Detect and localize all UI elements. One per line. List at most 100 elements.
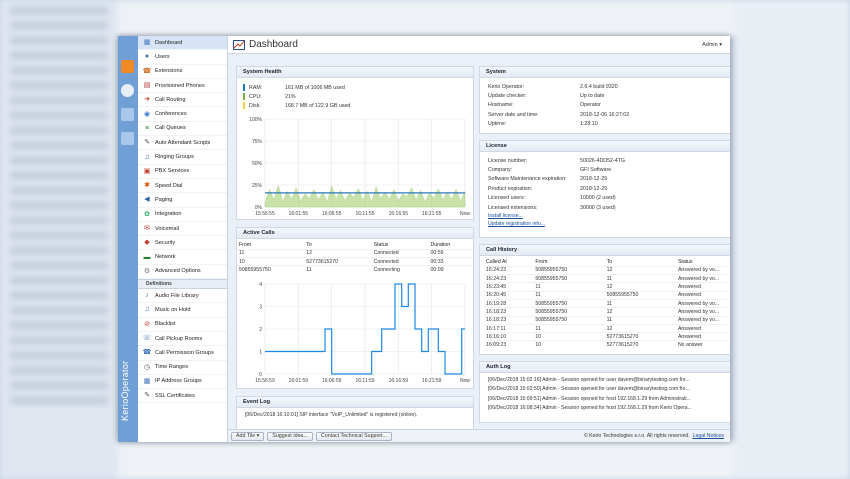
- contact-support-button[interactable]: Contact Technical Support...: [315, 431, 393, 441]
- sidebar-item-security[interactable]: ◆ Security: [138, 236, 227, 251]
- phone-module-icon[interactable]: [121, 60, 134, 73]
- music-icon: ♫: [144, 306, 150, 314]
- log-line: [06/Dec/2018 16:08:34] Admin - Session o…: [488, 404, 692, 411]
- table-row[interactable]: 11 12 Connected 00:59: [237, 249, 473, 257]
- event-log-panel: Event Log [06/Dec/2018 16:10:01] SIP int…: [236, 396, 474, 429]
- table-row[interactable]: 16:17:111112Answered00:15: [484, 324, 730, 332]
- table-cell: 52773615270: [606, 342, 639, 349]
- sidebar-item-auto-attendant-scripts[interactable]: ✎ Auto Attendant Scripts: [138, 136, 227, 151]
- table-header-row: From To Status Duration: [237, 241, 473, 249]
- x-tick-label: 16:01:55: [289, 211, 309, 217]
- system-health-title: System Health: [237, 67, 473, 78]
- documents-module-icon[interactable]: [121, 132, 134, 145]
- sidebar-item-dashboard[interactable]: ▦ Dashboard: [138, 36, 227, 51]
- column-header[interactable]: From: [237, 241, 304, 249]
- active-calls-chart: 4 3 2 1 015:56:59 16:01:59 16:06:59 16:11:59 16:…: [255, 282, 470, 384]
- call-history-panel: Call History Called AtFromToStatusDurati…: [479, 244, 730, 355]
- x-tick-label: 16:16:59: [389, 378, 409, 384]
- table-row[interactable]: 16:16:101052773615270Answered00:19: [484, 332, 730, 341]
- suggest-idea-button[interactable]: Suggest Idea...: [267, 431, 313, 441]
- pbx-services-icon: ▣: [143, 167, 151, 175]
- sidebar-item-ip-address-groups[interactable]: ▦ IP Address Groups: [138, 375, 227, 390]
- sidebar-item-ringing-groups[interactable]: ♫ Ringing Groups: [138, 150, 227, 165]
- admin-menu[interactable]: Admin ▾: [702, 42, 722, 48]
- sidebar-item-speed-dial[interactable]: ✱ Speed Dial: [138, 179, 227, 194]
- header: Dashboard Admin ▾: [228, 36, 730, 54]
- update-registration-link[interactable]: Update registration info...: [488, 221, 545, 227]
- column-header[interactable]: To: [605, 258, 676, 266]
- table-row[interactable]: 16:18:235085595575011Answered by vo...00…: [484, 316, 730, 324]
- sidebar-item-conferences[interactable]: ◉ Conferences: [138, 107, 227, 122]
- sidebar-item-advanced-options[interactable]: ⚙ Advanced Options: [138, 265, 227, 280]
- certificate-icon: ✎: [144, 392, 150, 400]
- x-tick-label: 16:21:59: [422, 378, 442, 384]
- sidebar-item-extensions[interactable]: ☎ Extensions: [138, 65, 227, 79]
- license-info-row: License number: 50026-4DD52-4TG: [480, 156, 730, 165]
- table-cell: 50855955750: [535, 308, 568, 315]
- conference-icon: ◉: [143, 110, 151, 118]
- table-row[interactable]: 10 52773615270 Connected 00:33: [237, 257, 473, 266]
- table-cell: 11: [606, 300, 613, 307]
- sidebar-item-paging[interactable]: ◀ Paging: [138, 193, 227, 208]
- table-row[interactable]: 16:23:451112Answered01:10: [484, 282, 730, 291]
- sidebar-item-pbx-services[interactable]: ▣ PBX Services: [138, 165, 227, 179]
- disk-legend-swatch: [243, 102, 245, 109]
- install-license-link[interactable]: Install license...: [488, 213, 523, 219]
- legal-notices-link[interactable]: Legal Notices: [693, 433, 724, 439]
- sidebar-item-users[interactable]: ● Users: [138, 50, 227, 65]
- info-label: Update checker:: [488, 93, 527, 100]
- table-cell: 11: [239, 250, 245, 257]
- table-row[interactable]: 16:20:451150855955750Answered02:31: [484, 291, 730, 299]
- license-info-row: Company: GFI Software: [480, 165, 730, 174]
- column-header[interactable]: To: [304, 241, 371, 249]
- info-value: 10000 (2 used): [580, 195, 616, 202]
- info-value: 2018-12-29: [580, 185, 608, 192]
- sidebar-item-integration[interactable]: ✿ Integration: [138, 208, 227, 222]
- phone-icon: ☎: [142, 67, 152, 75]
- sidebar-item-call-pickup-rooms[interactable]: ☏ Call Pickup Rooms: [138, 332, 227, 347]
- sidebar-item-ssl-certificates[interactable]: ✎ SSL Certificates: [138, 389, 227, 404]
- system-info-row: Update checker: Up to date: [480, 91, 730, 100]
- table-row[interactable]: 16:24:235085595575012Answered by vo...00…: [484, 266, 730, 274]
- sidebar-item-call-permission-groups[interactable]: ☎ Call Permission Groups: [138, 346, 227, 361]
- table-row[interactable]: 16:18:235085595575012Answered by vo...00…: [484, 307, 730, 316]
- event-log-title: Event Log: [237, 397, 473, 408]
- statistics-module-icon[interactable]: [121, 108, 134, 121]
- license-info-row: Product expiration: 2018-12-29: [480, 184, 730, 193]
- table-cell: 11: [535, 325, 541, 332]
- table-row[interactable]: 16:09:231052773615270No answer00:00: [484, 340, 730, 349]
- column-header[interactable]: Status: [676, 258, 730, 266]
- info-value: 2.6.4 build 9320: [580, 83, 618, 90]
- sidebar-item-call-queues[interactable]: ≡ Call Queues: [138, 122, 227, 137]
- license-info-row: Software Maintenance expiration: 2018-12-…: [480, 175, 730, 184]
- log-line: [06/Dec/2018 15:02:50] Admin - Session o…: [488, 386, 690, 393]
- table-row[interactable]: 16:24:235085595575011Answered by vo...00…: [484, 274, 730, 283]
- sidebar-item-voicemail[interactable]: ✉ Voicemail: [138, 222, 227, 237]
- table-cell: Answered by vo...: [677, 317, 720, 324]
- column-header[interactable]: Status: [372, 241, 429, 249]
- table-cell: 12: [606, 325, 613, 332]
- table-cell: 50855955750: [535, 300, 568, 307]
- sidebar-item-time-ranges[interactable]: ◷ Time Ranges: [138, 361, 227, 375]
- voicemail-icon: ✉: [144, 225, 150, 232]
- add-tile-button[interactable]: Add Tile ▾: [231, 431, 265, 441]
- sidebar-item-audio-file-library[interactable]: ♪ Audio File Library: [138, 289, 227, 304]
- column-header[interactable]: Called At: [484, 258, 533, 266]
- table-cell: 50855955750: [535, 275, 568, 282]
- column-header[interactable]: Duration: [429, 241, 473, 249]
- info-label: Uptime:: [488, 121, 507, 128]
- sidebar-item-label: Ringing Groups: [155, 154, 194, 161]
- sidebar-item-network[interactable]: ▬ Network: [138, 250, 227, 265]
- sidebar-item-blacklist[interactable]: ⊘ Blacklist: [138, 318, 227, 332]
- status-module-icon[interactable]: [121, 84, 134, 97]
- sidebar-item-provisioned-phones[interactable]: ▤ Provisioned Phones: [138, 79, 227, 94]
- table-row[interactable]: 50855955750 11 Connecting 00:09: [237, 265, 473, 274]
- table-cell: 16:18:23: [486, 308, 507, 315]
- table-row[interactable]: 16:19:285085595575011Answered by vo...00…: [484, 299, 730, 307]
- sidebar-item-call-routing[interactable]: ➜ Call Routing: [138, 93, 227, 108]
- info-label: Hostname:: [488, 102, 514, 109]
- sidebar-item-music-on-hold[interactable]: ♫ Music on Hold: [138, 303, 227, 318]
- info-label: Licensed users:: [488, 195, 526, 202]
- copyright-text: © Kerio Technologies s.r.o. All rights r…: [583, 433, 690, 439]
- column-header[interactable]: From: [533, 258, 604, 266]
